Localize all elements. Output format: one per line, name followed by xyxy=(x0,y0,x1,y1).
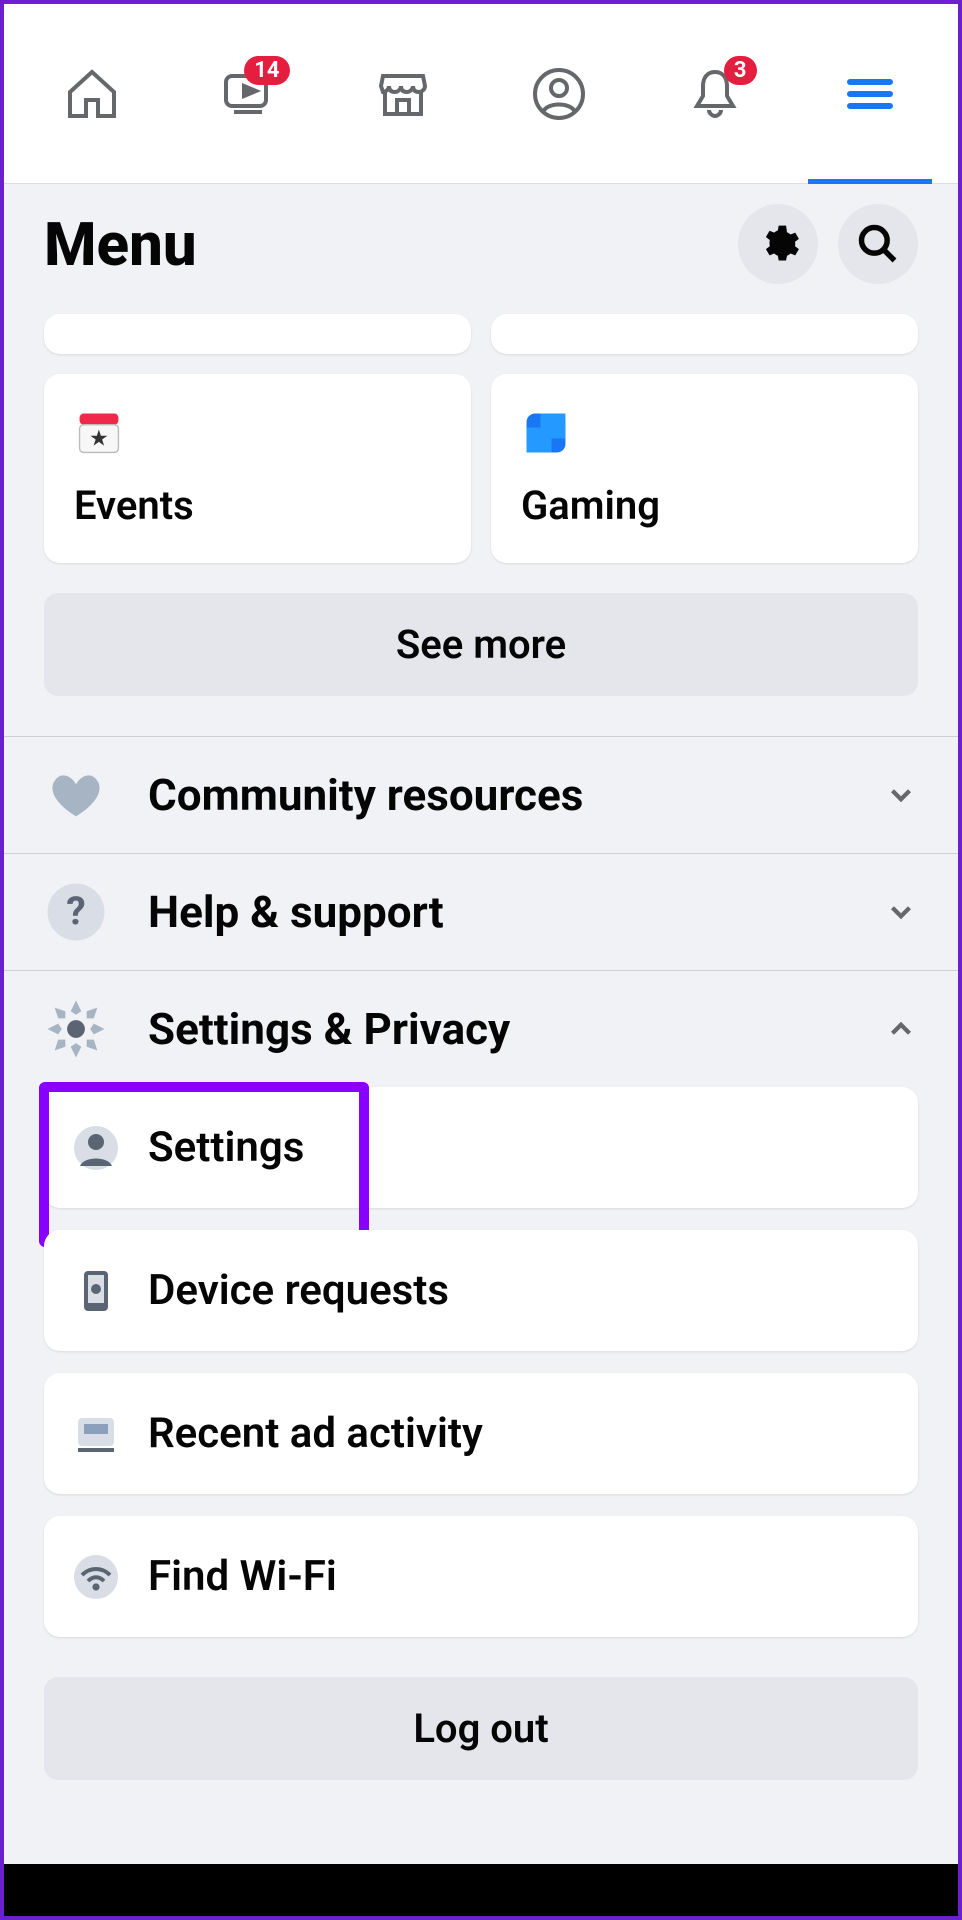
submenu-find-wifi[interactable]: Find Wi-Fi xyxy=(44,1516,918,1637)
submenu-label: Device requests xyxy=(148,1266,449,1315)
nav-marketplace[interactable] xyxy=(325,4,481,183)
help-icon: ? xyxy=(44,880,108,944)
shortcut-events[interactable]: ★ Events xyxy=(44,374,471,563)
nav-notifications[interactable]: 3 xyxy=(637,4,793,183)
shortcut-card-cutoff[interactable] xyxy=(44,314,471,354)
wifi-icon xyxy=(72,1553,120,1601)
accordion-label: Help & support xyxy=(148,886,844,938)
handshake-icon xyxy=(44,763,108,827)
nav-profile[interactable] xyxy=(481,4,637,183)
ad-icon xyxy=(72,1410,120,1458)
events-icon: ★ xyxy=(74,408,124,458)
submenu-settings[interactable]: Settings xyxy=(44,1087,918,1208)
submenu-recent-ad-activity[interactable]: Recent ad activity xyxy=(44,1373,918,1494)
svg-text:★: ★ xyxy=(89,426,109,452)
bell-badge: 3 xyxy=(724,56,757,85)
submenu-label: Recent ad activity xyxy=(148,1409,483,1458)
accordion-settings-privacy[interactable]: Settings & Privacy xyxy=(4,970,958,1087)
bell-icon: 3 xyxy=(687,66,743,122)
watch-icon: 14 xyxy=(220,66,276,122)
menu-header: Menu xyxy=(4,184,958,314)
shortcut-label: Gaming xyxy=(521,482,888,529)
submenu-label: Settings xyxy=(148,1123,304,1172)
shortcut-row-cutoff xyxy=(4,314,958,354)
accordion-help-support[interactable]: ? Help & support xyxy=(4,853,958,970)
shortcut-label: Events xyxy=(74,482,441,529)
profile-icon xyxy=(531,66,587,122)
shortcut-card-cutoff[interactable] xyxy=(491,314,918,354)
nav-watch[interactable]: 14 xyxy=(170,4,326,183)
gaming-icon xyxy=(521,408,571,458)
settings-privacy-submenu: Settings Device requests Recent ad activ… xyxy=(4,1087,958,1637)
chevron-down-icon xyxy=(884,778,918,812)
see-more-button[interactable]: See more xyxy=(44,593,918,696)
gear-icon xyxy=(44,997,108,1061)
top-nav: 14 3 xyxy=(4,4,958,184)
accordion-label: Settings & Privacy xyxy=(148,1003,844,1055)
watch-badge: 14 xyxy=(244,56,289,85)
home-icon xyxy=(64,66,120,122)
logout-button[interactable]: Log out xyxy=(44,1677,918,1780)
accordion-community-resources[interactable]: Community resources xyxy=(4,736,958,853)
accordion-label: Community resources xyxy=(148,769,844,821)
chevron-down-icon xyxy=(884,895,918,929)
submenu-label: Find Wi-Fi xyxy=(148,1552,337,1601)
shortcut-gaming[interactable]: Gaming xyxy=(491,374,918,563)
nav-menu[interactable] xyxy=(792,4,948,183)
nav-home[interactable] xyxy=(14,4,170,183)
menu-icon xyxy=(842,66,898,122)
search-icon xyxy=(856,222,900,266)
menu-scroll[interactable]: Menu ★ Events xyxy=(4,184,958,1864)
bottom-system-bar xyxy=(4,1864,958,1916)
settings-shortcut-button[interactable] xyxy=(738,204,818,284)
gear-icon xyxy=(756,222,800,266)
phone-icon xyxy=(72,1267,120,1315)
marketplace-icon xyxy=(375,66,431,122)
chevron-up-icon xyxy=(884,1012,918,1046)
page-title: Menu xyxy=(44,209,197,280)
submenu-device-requests[interactable]: Device requests xyxy=(44,1230,918,1351)
search-button[interactable] xyxy=(838,204,918,284)
person-circle-icon xyxy=(72,1124,120,1172)
svg-text:?: ? xyxy=(66,888,85,934)
